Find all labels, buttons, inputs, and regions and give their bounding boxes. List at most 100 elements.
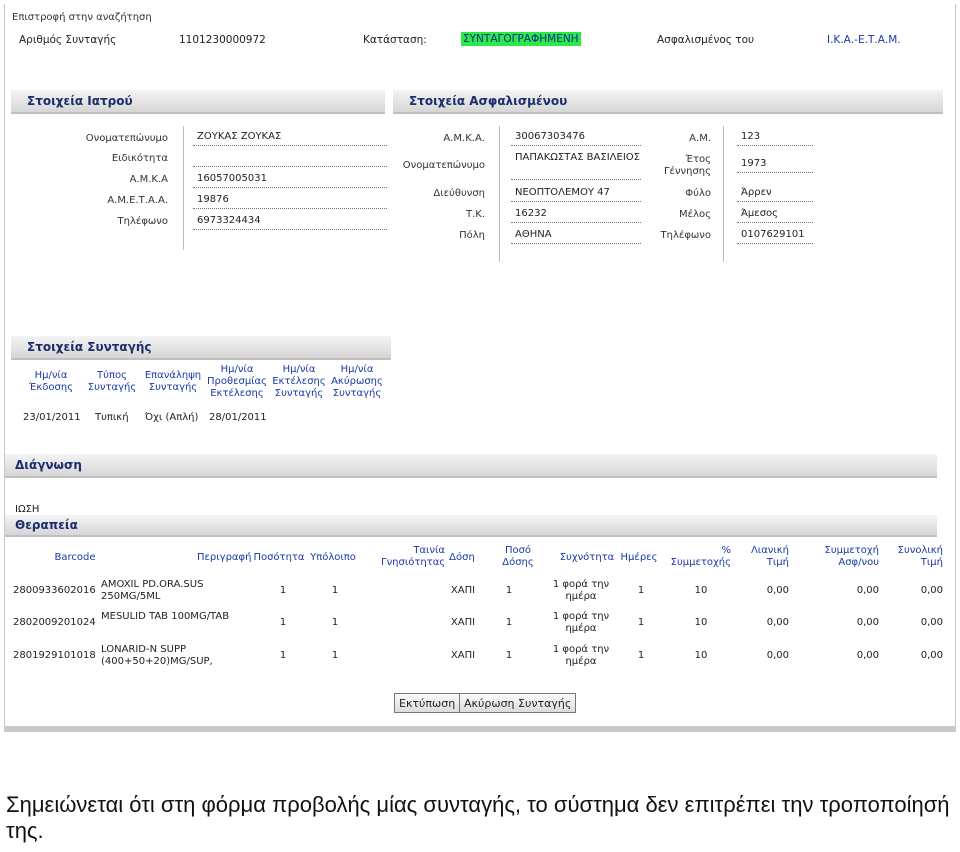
therapy-cell: 0,00 bbox=[920, 585, 943, 596]
therapy-cell: 1 φορά την ημέρα bbox=[552, 579, 610, 602]
therapy-col-header: Ποσό Δόσης bbox=[502, 545, 534, 568]
repeat-value: Όχι (Απλή) bbox=[145, 412, 199, 423]
doctor-amka-label: Α.Μ.Κ.Α bbox=[129, 174, 168, 185]
therapy-cell: 1 φορά την ημέρα bbox=[552, 644, 610, 667]
therapy-col-header: Συχνότητα bbox=[559, 552, 615, 563]
insured-phone-label: Τηλέφωνο bbox=[660, 230, 711, 241]
status-badge: ΣΥΝΤΑΓΟΓΡΑΦΗΜΕΝΗ bbox=[461, 32, 581, 46]
therapy-cell: 1 bbox=[637, 650, 645, 661]
cancel-prescription-button[interactable]: Ακύρωση Συνταγής bbox=[459, 693, 577, 713]
therapy-col-header: Υπόλοιπο bbox=[310, 552, 356, 563]
prescription-col-header: Επανάληψη Συνταγής bbox=[144, 370, 202, 393]
therapy-col-header: Barcode bbox=[54, 552, 96, 563]
therapy-cell: ΧΑΠΙ bbox=[450, 585, 476, 596]
insured-city-value: ΑΘΗΝΑ bbox=[511, 229, 641, 244]
therapy-cell: 0,00 bbox=[856, 585, 879, 596]
doctor-ametaa-label: Α.Μ.Ε.Τ.Α.Α. bbox=[107, 195, 168, 206]
caption-text: Σημειώνεται ότι στη φόρμα προβολής μίας … bbox=[6, 792, 950, 843]
therapy-cell: MESULID TAB 100MG/TAB bbox=[101, 611, 230, 622]
insured-section-title: Στοιχεία Ασφαλισμένου bbox=[393, 90, 943, 114]
insured-amka-value: 30067303476 bbox=[511, 131, 641, 146]
therapy-col-header: Συνολική Τιμή bbox=[897, 545, 943, 568]
issue-date-value: 23/01/2011 bbox=[23, 412, 81, 423]
therapy-cell: 1 bbox=[279, 617, 287, 628]
doctor-phone-value: 6973324434 bbox=[193, 215, 387, 230]
therapy-col-header: % Συμμετοχής bbox=[670, 545, 731, 568]
doctor-specialty-label: Ειδικότητα bbox=[111, 153, 168, 164]
therapy-cell: 10 bbox=[694, 617, 708, 628]
therapy-col-header: Ποσότητα bbox=[253, 552, 305, 563]
therapy-cell: 1 bbox=[505, 617, 513, 628]
therapy-cell: 1 bbox=[279, 650, 287, 661]
insured-divider-left bbox=[499, 126, 500, 262]
prescription-col-header: Ημ/νία Έκδοσης bbox=[28, 370, 74, 393]
insured-member-value: Άμεσος bbox=[737, 208, 813, 223]
insured-birthyear-label: Έτος Γέννησης bbox=[663, 154, 711, 177]
therapy-cell: 2800933602016 bbox=[13, 585, 96, 596]
insured-am-value: 123 bbox=[737, 131, 813, 146]
therapy-cell: ΧΑΠΙ bbox=[450, 617, 476, 628]
therapy-cell: 1 bbox=[637, 617, 645, 628]
therapy-cell: 1 bbox=[331, 650, 339, 661]
therapy-col-header: Ταινία Γνησιότητας bbox=[381, 545, 446, 568]
therapy-cell: 0,00 bbox=[920, 650, 943, 661]
doctor-name-label: Ονοματεπώνυμο bbox=[85, 133, 168, 144]
therapy-col-header: Συμμετοχή Ασφ/νου bbox=[824, 545, 880, 568]
prescription-col-header: Ημ/νία Εκτέλεσης Συνταγής bbox=[272, 364, 326, 399]
rx-number-label: Αριθμός Συνταγής bbox=[19, 34, 117, 46]
rx-number-value: 1101230000972 bbox=[179, 34, 266, 46]
insured-postcode-value: 16232 bbox=[511, 208, 641, 223]
doctor-ametaa-value: 19876 bbox=[193, 194, 387, 209]
insured-member-label: Μέλος bbox=[679, 209, 711, 220]
insured-birthyear-value: 1973 bbox=[737, 158, 813, 173]
prescription-section-title: Στοιχεία Συνταγής bbox=[11, 336, 391, 360]
insured-name-label: Ονοματεπώνυμο bbox=[402, 160, 485, 171]
insured-gender-value: Άρρεν bbox=[737, 187, 813, 202]
prescription-col-header: Ημ/νία Ακύρωσης Συνταγής bbox=[331, 364, 383, 399]
rx-type-value: Τυπική bbox=[95, 412, 129, 423]
status-label: Κατάσταση: bbox=[363, 34, 427, 46]
therapy-cell: LONARID-N SUPP (400+50+20)MG/SUP, bbox=[101, 644, 213, 667]
insured-am-label: Α.Μ. bbox=[689, 133, 711, 144]
therapy-cell: 1 φορά την ημέρα bbox=[552, 611, 610, 634]
therapy-cell: 2801929101018 bbox=[13, 650, 96, 661]
insured-amka-label: Α.Μ.Κ.Α. bbox=[443, 133, 485, 144]
therapy-col-header: Ημέρες bbox=[620, 552, 658, 563]
therapy-cell: 0,00 bbox=[920, 617, 943, 628]
insurer-value: Ι.Κ.Α.-Ε.Τ.Α.Μ. bbox=[827, 34, 901, 46]
insured-name-value: ΠΑΠΑΚΩΣΤΑΣ ΒΑΣΙΛΕΙΟΣ bbox=[511, 152, 641, 180]
doctor-specialty-value bbox=[193, 152, 387, 167]
doctor-phone-label: Τηλέφωνο bbox=[117, 216, 168, 227]
insured-address-label: Διεύθυνση bbox=[433, 188, 485, 199]
therapy-cell: 1 bbox=[331, 617, 339, 628]
therapy-cell: 0,00 bbox=[766, 650, 789, 661]
back-to-search-link[interactable]: Επιστροφή στην αναζήτηση bbox=[12, 12, 152, 23]
therapy-cell: ΧΑΠΙ bbox=[450, 650, 476, 661]
therapy-cell: 10 bbox=[694, 585, 708, 596]
diagnosis-section-title: Διάγνωση bbox=[5, 454, 937, 478]
therapy-cell: 1 bbox=[331, 585, 339, 596]
therapy-cell: 10 bbox=[694, 650, 708, 661]
therapy-cell: 1 bbox=[637, 585, 645, 596]
insured-phone-value: 0107629101 bbox=[737, 229, 813, 244]
therapy-cell: AMOXIL PD.ORA.SUS 250MG/5ML bbox=[101, 579, 204, 602]
deadline-date-value: 28/01/2011 bbox=[209, 412, 267, 423]
prescription-col-header: Τύπος Συνταγής bbox=[87, 370, 137, 393]
therapy-col-header: Δόση bbox=[449, 552, 475, 563]
therapy-cell: 0,00 bbox=[856, 650, 879, 661]
doctor-divider bbox=[183, 126, 184, 250]
doctor-section-title: Στοιχεία Ιατρού bbox=[11, 90, 385, 114]
therapy-col-header: Λιανική Τιμή bbox=[750, 545, 789, 568]
therapy-cell: 1 bbox=[279, 585, 287, 596]
insured-postcode-label: Τ.Κ. bbox=[465, 209, 485, 220]
therapy-cell: 1 bbox=[505, 585, 513, 596]
therapy-col-header: Περιγραφή bbox=[197, 552, 252, 563]
therapy-cell: 1 bbox=[505, 650, 513, 661]
therapy-cell: 0,00 bbox=[856, 617, 879, 628]
print-button[interactable]: Εκτύπωση bbox=[394, 693, 461, 713]
insured-of-label: Ασφαλισμένος του bbox=[657, 34, 755, 46]
doctor-name-value: ΖΟΥΚΑΣ ΖΟΥΚΑΣ bbox=[193, 131, 387, 146]
prescription-col-header: Ημ/νία Προθεσμίας Εκτέλεσης bbox=[206, 364, 268, 399]
insured-city-label: Πόλη bbox=[459, 230, 485, 241]
therapy-section-title: Θεραπεία bbox=[5, 515, 937, 537]
